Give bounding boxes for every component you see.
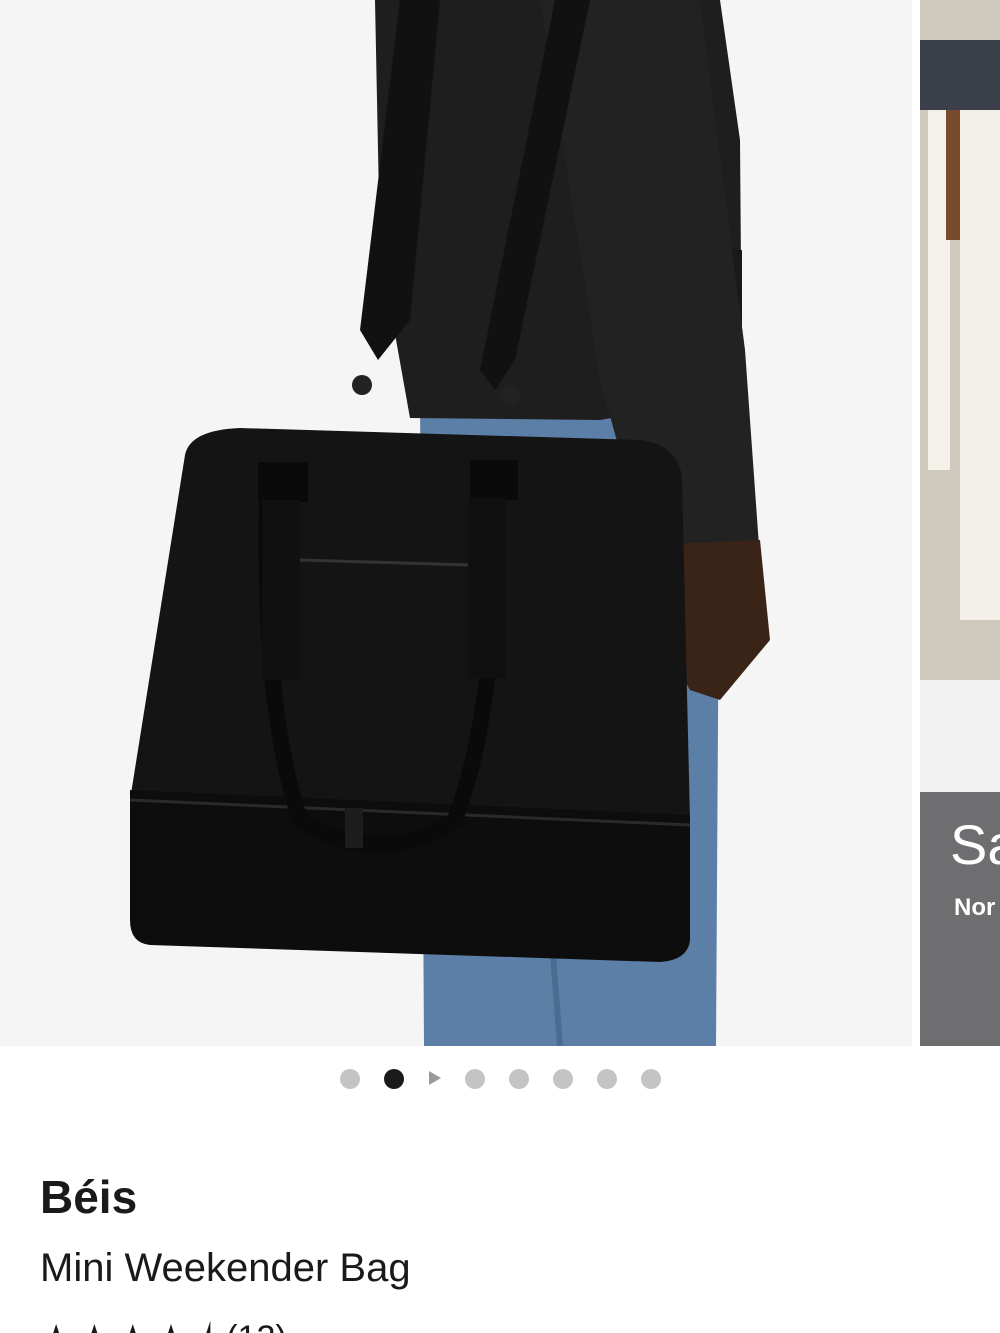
arrow-right-icon: → — [305, 1320, 337, 1333]
product-image-slide[interactable] — [0, 0, 912, 1046]
product-photo — [129, 0, 770, 1046]
brand-name[interactable]: Béis — [40, 1170, 137, 1224]
carousel-dot[interactable] — [340, 1069, 360, 1089]
carousel-dot[interactable] — [597, 1069, 617, 1089]
next-slide-panel — [920, 680, 1000, 792]
carousel-dot-active[interactable] — [384, 1069, 404, 1089]
product-image-carousel[interactable]: Sa Nor — [0, 0, 1000, 1046]
next-slide-preview[interactable]: Sa Nor — [920, 0, 1000, 1046]
star-icon: ★ — [40, 1320, 72, 1333]
store-photo — [920, 0, 1000, 690]
carousel-dot[interactable] — [553, 1069, 573, 1089]
star-icon: ★ — [117, 1320, 149, 1333]
rating-reviews-link[interactable]: ★ ★ ★ ★ ⯨ (12) → — [40, 1318, 337, 1333]
next-slide-title: Sa — [950, 813, 1000, 876]
star-icon: ★ — [78, 1320, 110, 1333]
carousel-dot[interactable] — [465, 1069, 485, 1089]
carousel-indicators — [0, 1066, 1000, 1092]
carousel-dot[interactable] — [509, 1069, 529, 1089]
review-count: (12) — [226, 1319, 286, 1333]
half-star-icon: ⯨ — [193, 1320, 212, 1333]
product-title: Mini Weekender Bag — [40, 1246, 411, 1290]
carousel-dot[interactable] — [641, 1069, 661, 1089]
play-icon[interactable] — [429, 1071, 441, 1085]
next-slide-subtitle: Nor — [954, 894, 996, 921]
star-icon: ★ — [155, 1320, 187, 1333]
